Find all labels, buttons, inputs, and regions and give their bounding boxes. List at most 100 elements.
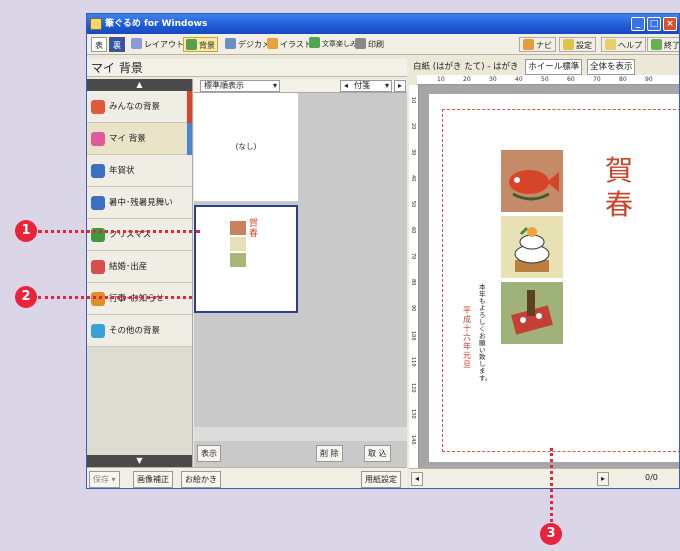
illust-button[interactable]: イラスト bbox=[267, 37, 312, 52]
ruler-tick-label: 80 bbox=[619, 76, 627, 83]
callout-1: 1 bbox=[15, 220, 37, 242]
callout-3: 3 bbox=[540, 523, 562, 545]
category-label: マイ 背景 bbox=[109, 134, 146, 144]
card-heading: 白紙 (はがき たて) - はがき ホイール標準 全体を表示 bbox=[409, 59, 679, 75]
category-item[interactable]: みんなの背景 bbox=[87, 91, 192, 123]
category-item[interactable]: その他の背景 bbox=[87, 315, 192, 347]
maximize-button[interactable]: □ bbox=[647, 17, 661, 31]
thumb-toy bbox=[230, 253, 246, 267]
callout-1-line bbox=[38, 230, 200, 233]
sort-select[interactable]: 標準順表示 ▾ bbox=[200, 80, 280, 92]
text-button[interactable]: 文章楽しみ bbox=[309, 37, 357, 52]
scroll-up-button[interactable]: ▲ bbox=[87, 79, 192, 91]
view-select[interactable]: 全体を表示 bbox=[586, 59, 636, 75]
tai-fish-image[interactable] bbox=[501, 150, 563, 212]
vruler-tick-label: 20 bbox=[410, 123, 416, 130]
image-edit-button[interactable]: 画像補正 bbox=[133, 471, 173, 488]
layout-button[interactable]: レイアウト bbox=[131, 37, 184, 52]
next-arrow[interactable]: ▸ bbox=[394, 80, 406, 92]
tab-ura[interactable]: 裏 bbox=[109, 37, 125, 52]
category-item[interactable]: マイ 背景 bbox=[87, 123, 192, 155]
category-item[interactable]: 暑中･残暑見舞い bbox=[87, 187, 192, 219]
ruler-tick-label: 30 bbox=[489, 76, 497, 83]
vruler-tick-label: 80 bbox=[410, 279, 416, 286]
category-tab-marker bbox=[187, 123, 192, 155]
tab-omote[interactable]: 表 bbox=[91, 37, 107, 52]
main-toolbar: 表 裏 レイアウト 背景 デジカメ イラスト 文章楽しみ 印刷 ナビ 設定 ヘル… bbox=[87, 34, 679, 55]
background-icon bbox=[186, 39, 197, 50]
wheel-select[interactable]: ホイール標準 bbox=[525, 59, 583, 75]
category-icon bbox=[91, 196, 105, 210]
app-window: 筆ぐるめ for Windows _ □ × 表 裏 レイアウト 背景 デジカメ… bbox=[86, 13, 680, 489]
vruler-tick-label: 70 bbox=[410, 253, 416, 260]
category-item[interactable]: 年賀状 bbox=[87, 155, 192, 187]
message-text[interactable]: 本年もよろしくお願い致します。 bbox=[479, 284, 491, 382]
print-button[interactable]: 印刷 bbox=[355, 37, 384, 52]
navi-icon bbox=[523, 39, 534, 50]
paper-settings-button[interactable]: 用紙設定 bbox=[361, 471, 401, 488]
ruler-tick-label: 10 bbox=[437, 76, 445, 83]
ruler-tick-label: 50 bbox=[541, 76, 549, 83]
category-icon bbox=[91, 100, 105, 114]
text-icon bbox=[309, 37, 320, 48]
category-list: ▲ みんなの背景マイ 背景年賀状暑中･残暑見舞いクリスマス結婚･出産行事･お知ら… bbox=[87, 79, 193, 467]
category-icon bbox=[91, 164, 105, 178]
thumb-nenga[interactable]: 賀春 bbox=[194, 205, 298, 313]
vruler-tick-label: 60 bbox=[410, 227, 416, 234]
thumb-none[interactable]: (なし) bbox=[194, 93, 298, 201]
ruler-tick-label: 40 bbox=[515, 76, 523, 83]
date-text[interactable]: 平成十六年元旦 bbox=[463, 306, 472, 369]
vruler-tick-label: 100 bbox=[410, 331, 416, 341]
field-select[interactable]: ◂ 付箋 ▾ bbox=[340, 80, 392, 92]
scroll-right-button[interactable]: ▸ bbox=[597, 472, 610, 486]
vruler-tick-label: 120 bbox=[410, 383, 416, 393]
settings-button[interactable]: 設定 bbox=[559, 37, 596, 52]
category-icon bbox=[91, 324, 105, 338]
greeting-text[interactable]: 賀春 bbox=[605, 154, 635, 222]
category-item[interactable]: 行事･お知らせ bbox=[87, 283, 192, 315]
thumb-fish bbox=[230, 221, 246, 235]
save-button[interactable]: 保存 ▾ bbox=[89, 471, 120, 488]
category-label: 年賀状 bbox=[109, 166, 135, 176]
window-title: 筆ぐるめ for Windows bbox=[105, 19, 208, 29]
toy-image[interactable] bbox=[501, 282, 563, 344]
camera-button[interactable]: デジカメ bbox=[225, 37, 270, 52]
callout-2-line bbox=[38, 296, 192, 299]
scroll-left-button[interactable]: ◂ bbox=[411, 472, 424, 486]
callout-2: 2 bbox=[15, 286, 37, 308]
draw-button[interactable]: お絵かき bbox=[181, 471, 221, 488]
minimize-button[interactable]: _ bbox=[631, 17, 645, 31]
category-item[interactable]: クリスマス bbox=[87, 219, 192, 251]
background-button[interactable]: 背景 bbox=[183, 37, 218, 52]
print-icon bbox=[355, 38, 366, 49]
vruler-tick-label: 110 bbox=[410, 357, 416, 367]
category-label: 結婚･出産 bbox=[109, 262, 148, 272]
vruler-tick-label: 90 bbox=[410, 305, 416, 312]
delete-button[interactable]: 削 除 bbox=[316, 445, 343, 462]
category-label: その他の背景 bbox=[109, 326, 161, 336]
page-counter: 0/0 bbox=[645, 473, 658, 482]
help-button[interactable]: ヘルプ bbox=[601, 37, 646, 52]
background-panel: マイ 背景 ▲ みんなの背景 マイ 背景 年賀状 暑中･残暑見舞い クリスマス 結婚･出産… bbox=[87, 56, 407, 488]
show-button[interactable]: 表示 bbox=[197, 445, 221, 462]
category-icon bbox=[91, 292, 105, 306]
scroll-down-button[interactable]: ▼ bbox=[87, 455, 192, 467]
vruler-tick-label: 10 bbox=[410, 97, 416, 104]
vruler-tick-label: 140 bbox=[410, 435, 416, 445]
panel-heading: マイ 背景 bbox=[87, 59, 407, 77]
close-button[interactable]: × bbox=[663, 17, 677, 31]
import-button[interactable]: 取 込 bbox=[364, 445, 391, 462]
kagami-mochi-image[interactable] bbox=[501, 216, 563, 278]
background-preview-list: 標準順表示 ▾ ◂ 付箋 ▾ ▸ (なし) 賀春 表示 削 除 取 込 bbox=[194, 79, 407, 467]
vruler-tick-label: 40 bbox=[410, 175, 416, 182]
h-scrollbar[interactable] bbox=[194, 427, 407, 441]
category-label: 暑中･残暑見舞い bbox=[109, 198, 173, 208]
category-item[interactable]: 結婚･出産 bbox=[87, 251, 192, 283]
ruler-tick-label: 90 bbox=[645, 76, 653, 83]
ruler-tick-label: 70 bbox=[593, 76, 601, 83]
preview-header: 標準順表示 ▾ ◂ 付箋 ▾ ▸ bbox=[194, 79, 407, 93]
navi-button[interactable]: ナビ bbox=[519, 37, 556, 52]
vruler-tick-label: 30 bbox=[410, 149, 416, 156]
exit-button[interactable]: 終了 bbox=[647, 37, 679, 52]
layout-icon bbox=[131, 38, 142, 49]
